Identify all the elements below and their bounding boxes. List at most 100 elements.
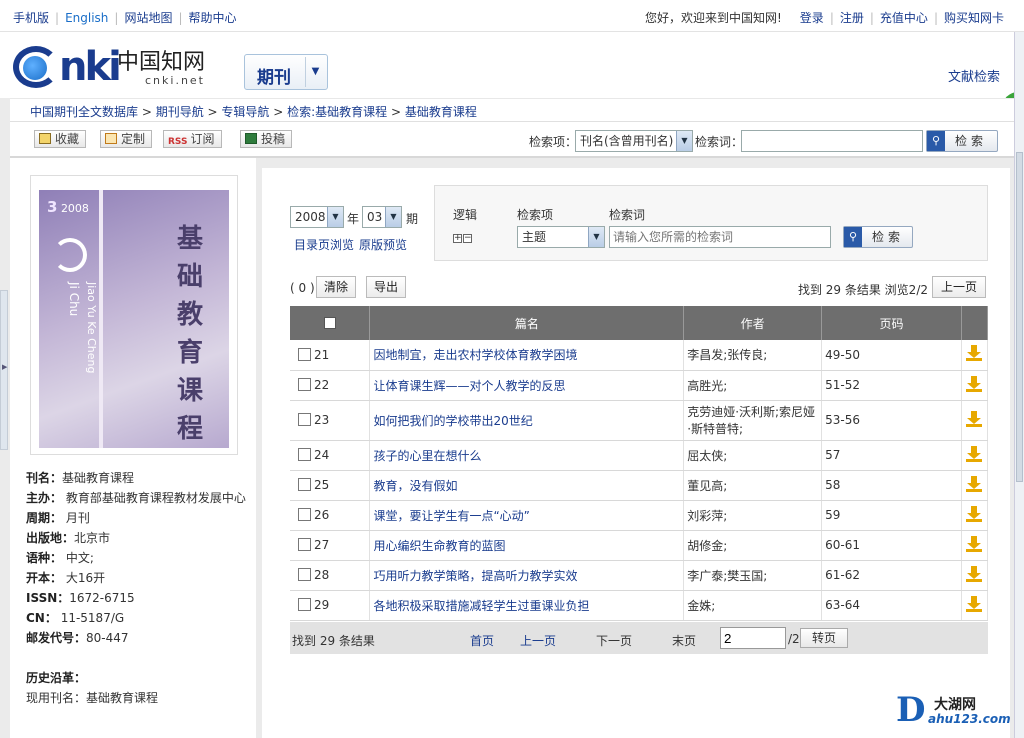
article-title-link[interactable]: 巧用听力教学策略，提高听力教学实效 (373, 569, 577, 583)
export-button[interactable]: 导出 (366, 276, 406, 298)
download-cell (961, 500, 989, 531)
row-checkbox[interactable] (298, 598, 311, 611)
article-title-link[interactable]: 课堂，要让学生有一点“心动” (373, 509, 529, 523)
subscribe-button[interactable]: RSS 订阅 (163, 130, 222, 148)
article-title-link[interactable]: 用心编织生命教育的蓝图 (373, 539, 505, 553)
go-page-button[interactable]: 转页 (800, 628, 848, 648)
plus-icon[interactable]: + (453, 234, 462, 243)
first-page-link[interactable]: 首页 (470, 632, 494, 649)
globe-icon (23, 56, 47, 80)
help-center-link[interactable]: 帮助中心 (189, 11, 237, 25)
download-icon[interactable] (966, 505, 983, 522)
pages-cell: 49-50 (821, 340, 962, 371)
adv-field-select[interactable]: 主题 ▼ (517, 226, 605, 248)
article-title-link[interactable]: 让体育课生辉——对个人教学的反思 (373, 379, 565, 393)
prev-page-button[interactable]: 上一页 (932, 276, 986, 298)
pages-cell: 60-61 (821, 530, 962, 561)
breadcrumb-item[interactable]: 检索:基础教育课程 (287, 105, 387, 119)
row-checkbox[interactable] (298, 568, 311, 581)
doc-search-link[interactable]: 文献检索 (948, 66, 1000, 85)
row-checkbox[interactable] (298, 413, 311, 426)
download-icon[interactable] (966, 345, 983, 362)
issue-value: 03 (367, 210, 383, 224)
original-preview-link[interactable]: 原版预览 (359, 236, 407, 253)
category-dropdown[interactable]: 期刊 ▼ (244, 54, 328, 90)
article-title-link[interactable]: 孩子的心里在想什么 (373, 449, 481, 463)
download-icon[interactable] (966, 535, 983, 552)
download-icon[interactable] (966, 565, 983, 582)
row-checkbox[interactable] (298, 478, 311, 491)
register-link[interactable]: 注册 (840, 11, 864, 25)
cover-logo-icon (53, 238, 87, 272)
journal-cover-image[interactable]: 3 2008 Ji Chu Jiao Yu Ke Cheng 基础教育课程 (39, 190, 229, 448)
breadcrumb-item[interactable]: 中国期刊全文数据库 (30, 105, 138, 119)
search-field-select[interactable]: 刊名(含曾用刊名) ▼ (575, 130, 693, 152)
vertical-scrollbar[interactable] (1014, 32, 1024, 738)
recharge-link[interactable]: 充值中心 (880, 11, 928, 25)
breadcrumb-item[interactable]: 专辑导航 (221, 105, 269, 119)
minus-icon[interactable]: − (463, 234, 472, 243)
row-checkbox[interactable] (298, 538, 311, 551)
favorite-button[interactable]: 收藏 (34, 130, 87, 148)
login-link[interactable]: 登录 (800, 11, 824, 25)
row-checkbox[interactable] (298, 508, 311, 521)
download-icon[interactable] (966, 375, 983, 392)
row-number-cell: 23 (290, 400, 371, 441)
title-cell: 巧用听力教学策略，提高听力教学实效 (369, 560, 685, 591)
download-icon[interactable] (966, 595, 983, 612)
collapse-handle[interactable]: ▶ (0, 290, 8, 450)
pager-found: 找到 29 条结果 (292, 634, 375, 648)
row-number: 26 (314, 508, 330, 522)
clear-button[interactable]: 清除 (316, 276, 356, 298)
year-select[interactable]: 2008 ▼ (290, 206, 344, 228)
english-link[interactable]: English (65, 11, 108, 25)
breadcrumb-item[interactable]: 期刊导航 (156, 105, 204, 119)
article-title-link[interactable]: 教育，没有假如 (373, 479, 457, 493)
col-pages[interactable]: 页码 (821, 306, 962, 340)
keyword-input[interactable] (741, 130, 923, 152)
col-author[interactable]: 作者 (683, 306, 823, 340)
pages-cell: 58 (821, 470, 962, 501)
author-cell: 高胜光; (683, 370, 823, 401)
row-checkbox[interactable] (298, 347, 311, 361)
pages-cell: 57 (821, 440, 962, 471)
sitemap-link[interactable]: 网站地图 (124, 11, 172, 25)
issue-select[interactable]: 03 ▼ (362, 206, 402, 228)
author-cell: 李广泰;樊玉国; (683, 560, 823, 591)
download-icon[interactable] (966, 475, 983, 492)
search-button-label: 检索 (955, 134, 988, 148)
select-all-checkbox[interactable] (323, 317, 336, 329)
rss-icon: RSS (168, 137, 188, 147)
toc-browse-link[interactable]: 目录页浏览 (294, 236, 354, 253)
adv-search-button[interactable]: ⚲ 检索 (843, 226, 913, 248)
adv-field-label: 检索项 (517, 208, 554, 222)
table-row: 23 如何把我们的学校带出20世纪 克劳迪娅·沃利斯;索尼娅·斯特普特; 53-56 (290, 400, 989, 441)
article-title-link[interactable]: 因地制宜，走出农村学校体育教学困境 (373, 348, 577, 362)
cnki-logo[interactable]: nki 中国知网 cnki.net (13, 42, 218, 90)
download-icon[interactable] (966, 445, 983, 462)
prev-page-link[interactable]: 上一页 (520, 632, 556, 649)
submit-paper-button[interactable]: 投稿 (240, 130, 293, 148)
logic-toggle[interactable]: + − (453, 232, 473, 243)
scrollbar-thumb[interactable] (1016, 152, 1023, 482)
row-checkbox[interactable] (298, 378, 311, 391)
col-title[interactable]: 篇名 (369, 306, 685, 340)
download-icon[interactable] (966, 410, 983, 427)
info-post-code: 邮发代号：80-447 (26, 631, 129, 645)
submit-icon (245, 133, 257, 144)
customize-button[interactable]: 定制 (100, 130, 153, 148)
row-checkbox[interactable] (298, 448, 311, 461)
article-title-link[interactable]: 各地积极采取措施减轻学生过重课业负担 (373, 599, 589, 613)
cover-issue: 3 2008 (47, 198, 89, 216)
page-number-input[interactable] (720, 627, 786, 649)
adv-field-value: 主题 (522, 230, 547, 244)
breadcrumb-item[interactable]: 基础教育课程 (405, 105, 477, 119)
pages-cell: 59 (821, 500, 962, 531)
buy-card-link[interactable]: 购买知网卡 (944, 11, 1004, 25)
mobile-link[interactable]: 手机版 (13, 11, 49, 25)
row-number: 21 (314, 347, 330, 362)
search-button[interactable]: ⚲ 检索 (926, 130, 998, 152)
article-title-link[interactable]: 如何把我们的学校带出20世纪 (373, 414, 532, 428)
row-number: 28 (314, 568, 330, 582)
adv-keyword-input[interactable] (609, 226, 831, 248)
